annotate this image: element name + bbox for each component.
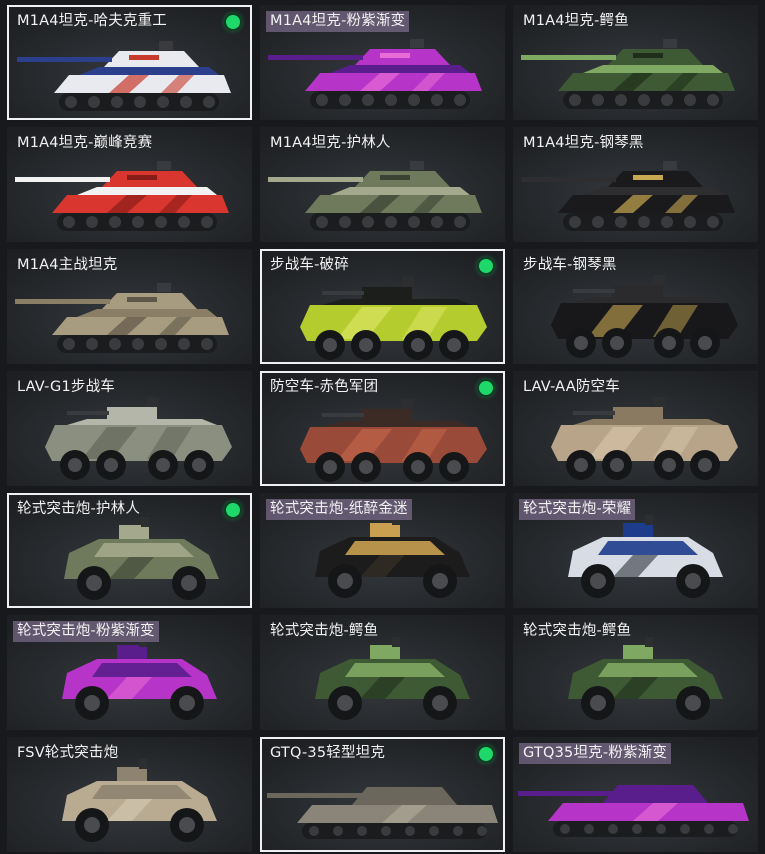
vehicle-name-label: LAV-G1步战车 — [17, 379, 115, 395]
vehicle-card[interactable]: 轮式突击炮-鳄鱼 — [513, 615, 758, 730]
vehicle-card[interactable]: GTQ-35轻型坦克 — [260, 737, 505, 852]
vehicle-name-label: M1A4坦克-钢琴黑 — [523, 135, 644, 151]
vehicle-name-label: 轮式突击炮-鳄鱼 — [523, 623, 632, 639]
vehicle-card[interactable]: GTQ35坦克-粉紫渐变 — [513, 737, 758, 852]
vehicle-name-label: GTQ35坦克-粉紫渐变 — [519, 743, 672, 764]
vehicle-card[interactable]: 轮式突击炮-护林人 — [7, 493, 252, 608]
vehicle-name-label: 轮式突击炮-鳄鱼 — [270, 623, 379, 639]
vehicle-name-label: M1A4坦克-护林人 — [270, 135, 391, 151]
vehicle-name-label: 轮式突击炮-粉紫渐变 — [13, 621, 159, 642]
vehicle-card[interactable]: 防空车-赤色军团 — [260, 371, 505, 486]
vehicle-card[interactable]: M1A4坦克-粉紫渐变 — [260, 5, 505, 120]
vehicle-card[interactable]: FSV轮式突击炮 — [7, 737, 252, 852]
vehicle-skin-grid: M1A4坦克-哈夫克重工 M1A4坦克-粉紫渐变 M1A4坦克-鳄鱼 M1A4坦克-巅… — [0, 0, 765, 854]
owned-status-dot-icon — [226, 503, 240, 517]
vehicle-name-label: 轮式突击炮-护林人 — [17, 501, 141, 517]
vehicle-name-label: GTQ-35轻型坦克 — [270, 745, 386, 761]
vehicle-name-label: M1A4主战坦克 — [17, 257, 118, 273]
vehicle-name-label: M1A4坦克-巅峰竞赛 — [17, 135, 153, 151]
vehicle-name-label: 步战车-破碎 — [270, 257, 349, 273]
vehicle-name-label: M1A4坦克-鳄鱼 — [523, 13, 629, 29]
vehicle-card[interactable]: 步战车-钢琴黑 — [513, 249, 758, 364]
vehicle-card[interactable]: M1A4坦克-哈夫克重工 — [7, 5, 252, 120]
vehicle-card[interactable]: 轮式突击炮-荣耀 — [513, 493, 758, 608]
vehicle-card[interactable]: M1A4坦克-钢琴黑 — [513, 127, 758, 242]
vehicle-name-label: 轮式突击炮-纸醉金迷 — [266, 499, 412, 520]
vehicle-name-label: LAV-AA防空车 — [523, 379, 620, 395]
vehicle-card[interactable]: M1A4坦克-护林人 — [260, 127, 505, 242]
vehicle-card[interactable]: LAV-G1步战车 — [7, 371, 252, 486]
vehicle-card[interactable]: 轮式突击炮-粉紫渐变 — [7, 615, 252, 730]
owned-status-dot-icon — [479, 381, 493, 395]
vehicle-card[interactable]: 轮式突击炮-纸醉金迷 — [260, 493, 505, 608]
vehicle-name-label: 防空车-赤色军团 — [270, 379, 379, 395]
vehicle-card[interactable]: 步战车-破碎 — [260, 249, 505, 364]
vehicle-card[interactable]: LAV-AA防空车 — [513, 371, 758, 486]
owned-status-dot-icon — [479, 747, 493, 761]
vehicle-name-label: FSV轮式突击炮 — [17, 745, 119, 761]
vehicle-card[interactable]: M1A4坦克-鳄鱼 — [513, 5, 758, 120]
owned-status-dot-icon — [479, 259, 493, 273]
vehicle-card[interactable]: 轮式突击炮-鳄鱼 — [260, 615, 505, 730]
vehicle-card[interactable]: M1A4坦克-巅峰竞赛 — [7, 127, 252, 242]
owned-status-dot-icon — [226, 15, 240, 29]
vehicle-name-label: M1A4坦克-哈夫克重工 — [17, 13, 168, 29]
vehicle-name-label: 步战车-钢琴黑 — [523, 257, 617, 273]
vehicle-name-label: M1A4坦克-粉紫渐变 — [266, 11, 410, 32]
vehicle-card[interactable]: M1A4主战坦克 — [7, 249, 252, 364]
vehicle-name-label: 轮式突击炮-荣耀 — [519, 499, 636, 520]
